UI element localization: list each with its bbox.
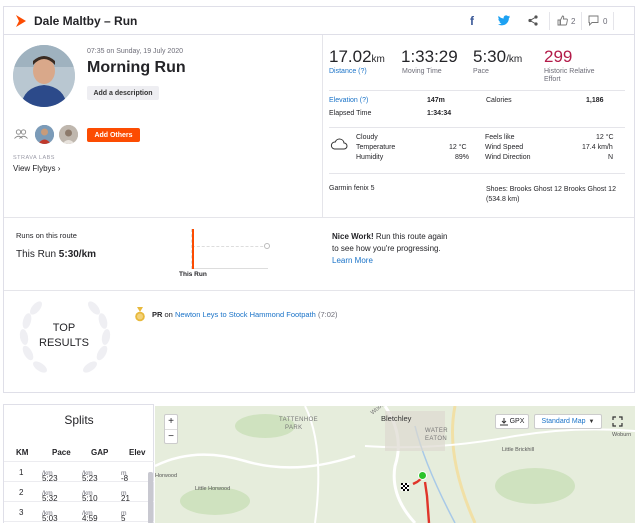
this-run-summary: This Run 5:30/km bbox=[16, 249, 97, 260]
add-others-button[interactable]: Add Others bbox=[87, 128, 140, 142]
feels-like-label: Feels like bbox=[485, 134, 515, 141]
pr-entry: PR on Newton Leys to Stock Hammond Footp… bbox=[152, 310, 338, 319]
distance-label[interactable]: Distance (?) bbox=[329, 68, 367, 75]
group-athlete-avatar[interactable] bbox=[59, 125, 78, 144]
comment-icon[interactable] bbox=[588, 15, 599, 26]
comments-count: 0 bbox=[603, 17, 608, 26]
activity-card: Dale Maltby – Run f 2 0 07:35 on Sunday,… bbox=[3, 6, 635, 393]
humidity-value: 89% bbox=[455, 154, 470, 161]
group-icon bbox=[14, 129, 28, 139]
chart-this-run-label: This Run bbox=[179, 271, 207, 278]
activity-name[interactable]: Morning Run bbox=[87, 59, 186, 77]
map-type-select[interactable]: Standard Map ▼ bbox=[534, 414, 602, 429]
wind-direction-value: N bbox=[608, 154, 614, 161]
zoom-in-button[interactable]: + bbox=[165, 415, 177, 429]
cloud-icon bbox=[330, 138, 348, 150]
nice-work-message: Nice Work! Run this route again to see h… bbox=[332, 232, 448, 267]
elevation-label[interactable]: Elevation (?) bbox=[329, 97, 368, 104]
pace-value: 5:30 bbox=[473, 47, 507, 66]
map-label: Horwood bbox=[155, 473, 178, 479]
elevation-value: 147m bbox=[427, 97, 445, 104]
pr-medal-icon bbox=[135, 307, 145, 322]
athlete-avatar[interactable] bbox=[13, 45, 75, 107]
shoes-info[interactable]: Shoes: Brooks Ghost 12 Brooks Ghost 12 (… bbox=[486, 185, 616, 205]
view-flybys-link[interactable]: View Flybys › bbox=[13, 164, 60, 173]
route-map[interactable]: TATTENHOE PARK Bletchley WATER EATON Littl… bbox=[155, 406, 635, 523]
avatar-photo bbox=[13, 45, 75, 107]
split-row[interactable]: 2 5:32 /km 5:10 /km 21 m bbox=[4, 482, 154, 503]
relative-effort-label: Historic Relative Effort bbox=[544, 68, 595, 83]
map-label: Woburn bbox=[612, 432, 632, 438]
map-label: Little Brickhill bbox=[502, 447, 535, 453]
moving-time-value: 1:33:29 bbox=[401, 47, 458, 66]
elapsed-time-value: 1:34:34 bbox=[427, 110, 452, 117]
zoom-out-button[interactable]: − bbox=[165, 430, 177, 444]
distance-stat: 17.02km bbox=[329, 47, 385, 67]
kudos-thumb-icon[interactable] bbox=[557, 15, 568, 26]
route-chart bbox=[191, 229, 270, 269]
learn-more-link[interactable]: Learn More bbox=[332, 255, 447, 267]
run-chevron-icon bbox=[16, 15, 26, 27]
map-label: Bletchley bbox=[381, 414, 412, 423]
pace-label: Pace bbox=[473, 68, 489, 75]
gpx-download-button[interactable]: GPX bbox=[495, 414, 529, 429]
pace-stat: 5:30/km bbox=[473, 47, 522, 67]
route-start-marker[interactable] bbox=[418, 471, 427, 480]
route-finish-flag-icon[interactable] bbox=[401, 483, 409, 491]
distance-unit: km bbox=[371, 54, 385, 65]
runs-on-route-label: Runs on this route bbox=[16, 231, 77, 240]
split-row[interactable]: 1 5:23 /km 5:23 /km -8 m bbox=[4, 462, 154, 483]
splits-title: Splits bbox=[64, 413, 94, 427]
pace-unit: /km bbox=[506, 54, 523, 65]
wind-direction-label: Wind Direction bbox=[485, 154, 531, 161]
kudos-count: 2 bbox=[571, 17, 576, 26]
strava-labs-label: STRAVA LABS bbox=[13, 155, 55, 161]
download-icon bbox=[499, 417, 508, 425]
calories-value: 1,186 bbox=[586, 97, 604, 104]
fullscreen-icon[interactable] bbox=[612, 416, 623, 427]
top-results-label: TOP RESULTS bbox=[39, 322, 89, 349]
temperature-label: Temperature bbox=[356, 144, 396, 151]
humidity-label: Humidity bbox=[356, 154, 384, 161]
wind-speed-label: Wind Speed bbox=[485, 144, 524, 151]
map-label: TATTENHOE PARK bbox=[279, 417, 319, 431]
map-label: WATER EATON bbox=[425, 428, 448, 442]
splits-panel: Splits KM Pace GAP Elev 1 5:23 /km 5:23 … bbox=[3, 404, 154, 523]
split-row[interactable]: 3 5:03 /km 4:59 /km 5 m bbox=[4, 502, 154, 523]
share-icon[interactable] bbox=[528, 15, 538, 26]
group-athlete-avatar[interactable] bbox=[35, 125, 54, 144]
device-name: Garmin fenix 5 bbox=[329, 185, 375, 192]
splits-scrollbar[interactable] bbox=[148, 472, 153, 523]
chart-point bbox=[264, 243, 270, 249]
add-description-button[interactable]: Add a description bbox=[87, 86, 159, 100]
activity-datetime: 07:35 on Sunday, 19 July 2020 bbox=[87, 48, 184, 55]
caret-down-icon: ▼ bbox=[588, 418, 595, 425]
wind-speed-value: 17.4 km/h bbox=[582, 144, 613, 151]
activity-header: Dale Maltby – Run f 2 0 bbox=[4, 7, 634, 35]
zoom-control: + − bbox=[164, 414, 178, 444]
calories-label: Calories bbox=[486, 97, 512, 104]
twitter-icon[interactable] bbox=[498, 15, 511, 26]
relative-effort-value[interactable]: 299 bbox=[544, 47, 572, 67]
map-label: Little Horwood bbox=[195, 486, 231, 492]
weather-condition: Cloudy bbox=[356, 134, 378, 141]
page-title: Dale Maltby – Run bbox=[34, 14, 138, 28]
facebook-icon[interactable]: f bbox=[470, 14, 474, 28]
this-run-marker[interactable] bbox=[192, 229, 194, 269]
moving-time-label: Moving Time bbox=[402, 68, 442, 75]
distance-value: 17.02 bbox=[329, 47, 372, 66]
elapsed-time-label: Elapsed Time bbox=[329, 110, 372, 117]
splits-header-row: KM Pace GAP Elev bbox=[4, 442, 154, 462]
feels-like-value: 12 °C bbox=[596, 134, 614, 141]
pr-segment-link[interactable]: Newton Leys to Stock Hammond Footpath bbox=[175, 310, 316, 319]
temperature-value: 12 °C bbox=[449, 144, 467, 151]
